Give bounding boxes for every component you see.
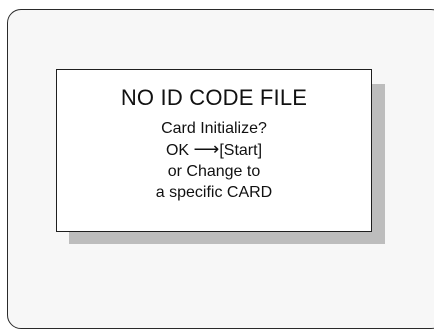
- dialog-prompt: Card Initialize?: [161, 120, 267, 137]
- ok-label: OK: [165, 142, 190, 159]
- dialog-ok-instruction: OK ⟶[Start]: [57, 139, 371, 161]
- start-label: [Start]: [219, 142, 263, 159]
- dialog-change-line: or Change to: [167, 163, 261, 180]
- dialog-title: NO ID CODE FILE: [120, 85, 308, 110]
- message-dialog: NO ID CODE FILE Card Initialize? OK ⟶[St…: [56, 69, 372, 232]
- dialog-card-line: a specific CARD: [155, 184, 273, 201]
- right-arrow-icon: ⟶: [193, 139, 220, 159]
